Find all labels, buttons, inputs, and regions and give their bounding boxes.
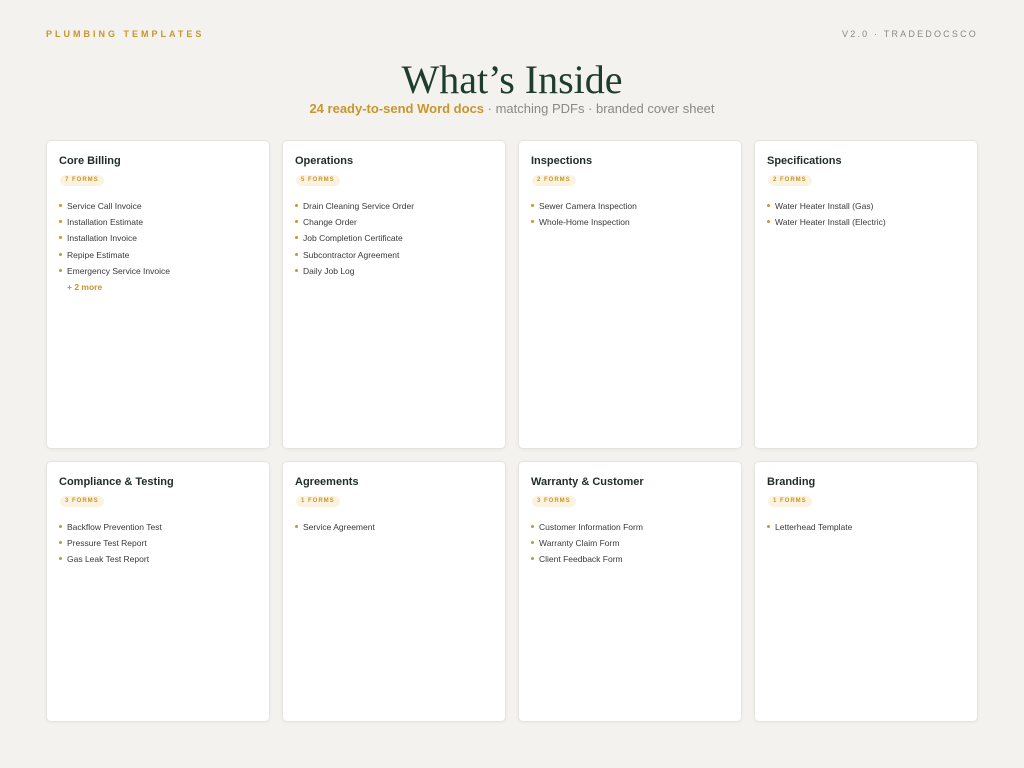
form-list: Backflow Prevention Test Pressure Test Re… (59, 519, 257, 568)
form-count-badge: 2 FORMS (532, 175, 576, 186)
form-list-item: Water Heater Install (Gas) (767, 198, 965, 214)
form-list-item: Drain Cleaning Service Order (295, 198, 493, 214)
form-list: Service Agreement (295, 519, 493, 535)
form-list: Sewer Camera Inspection Whole-Home Inspec… (531, 198, 729, 230)
form-list-item: Installation Estimate (59, 214, 257, 230)
form-count-badge: 5 FORMS (296, 175, 340, 186)
form-list-item: Pressure Test Report (59, 535, 257, 551)
form-list-item: Warranty Claim Form (531, 535, 729, 551)
form-count-badge: 3 FORMS (532, 496, 576, 507)
form-list-item: Daily Job Log (295, 263, 493, 279)
form-list-item: Client Feedback Form (531, 551, 729, 567)
form-list-item: Customer Information Form (531, 519, 729, 535)
form-list-item: Letterhead Template (767, 519, 965, 535)
form-list-item: Service Agreement (295, 519, 493, 535)
page-subtitle: 24 ready-to-send Word docs · matching PD… (0, 101, 1024, 116)
form-list-item: Whole-Home Inspection (531, 214, 729, 230)
form-count-badge: 1 FORMS (296, 496, 340, 507)
form-list-item: Backflow Prevention Test (59, 519, 257, 535)
form-count-badge: 3 FORMS (60, 496, 104, 507)
form-list-item: Change Order (295, 214, 493, 230)
top-bar: PLUMBING TEMPLATES V2.0 · TRADEDOCSCO (46, 29, 978, 39)
version-label: V2.0 · TRADEDOCSCO (842, 29, 978, 39)
form-list: Letterhead Template (767, 519, 965, 535)
form-list-item: Water Heater Install (Electric) (767, 214, 965, 230)
category-title: Compliance & Testing (59, 476, 174, 488)
category-title: Branding (767, 476, 816, 488)
form-list-item: Emergency Service Invoice (59, 263, 257, 279)
category-card-specifications: Specifications 2 FORMS Water Heater Instal… (754, 140, 978, 449)
category-title: Core Billing (59, 155, 121, 167)
form-list-item: Subcontractor Agreement (295, 247, 493, 263)
category-title: Inspections (531, 155, 593, 167)
more-forms-link[interactable]: + 2 more (67, 279, 257, 295)
brand-label: PLUMBING TEMPLATES (46, 29, 205, 39)
form-list: Drain Cleaning Service Order Change Order… (295, 198, 493, 279)
category-grid: Core Billing 7 FORMS Service Call Invoice I… (46, 140, 978, 722)
form-list-item: Gas Leak Test Report (59, 551, 257, 567)
category-title: Agreements (295, 476, 359, 488)
form-list-item: Sewer Camera Inspection (531, 198, 729, 214)
form-list-item: Installation Invoice (59, 230, 257, 246)
category-card-inspections: Inspections 2 FORMS Sewer Camera Inspectio… (518, 140, 742, 449)
page-title: What’s Inside (401, 57, 623, 102)
category-title: Operations (295, 155, 354, 167)
form-count-badge: 2 FORMS (768, 175, 812, 186)
form-list-item: Repipe Estimate (59, 247, 257, 263)
category-title: Specifications (767, 155, 842, 167)
form-list: Water Heater Install (Gas) Water Heater I… (767, 198, 965, 230)
form-count-badge: 1 FORMS (768, 496, 812, 507)
form-list: Service Call Invoice Installation Estimat… (59, 198, 257, 279)
category-card-warranty-and-customer: Warranty & Customer 3 FORMS Customer Infor… (518, 461, 742, 722)
category-card-operations: Operations 5 FORMS Drain Cleaning Service … (282, 140, 506, 449)
category-card-branding: Branding 1 FORMS Letterhead Template (754, 461, 978, 722)
subtitle-highlight: 24 ready-to-send Word docs (309, 101, 485, 116)
form-count-badge: 7 FORMS (60, 175, 104, 186)
category-card-compliance-and-testing: Compliance & Testing 3 FORMS Backflow Prev… (46, 461, 270, 722)
form-list-item: Service Call Invoice (59, 198, 257, 214)
subtitle-rest: · matching PDFs · branded cover sheet (484, 101, 715, 116)
form-list-item: Job Completion Certificate (295, 230, 493, 246)
category-title: Warranty & Customer (531, 476, 644, 488)
form-list: Customer Information Form Warranty Claim … (531, 519, 729, 568)
category-card-agreements: Agreements 1 FORMS Service Agreement (282, 461, 506, 722)
category-card-core-billing: Core Billing 7 FORMS Service Call Invoice I… (46, 140, 270, 449)
